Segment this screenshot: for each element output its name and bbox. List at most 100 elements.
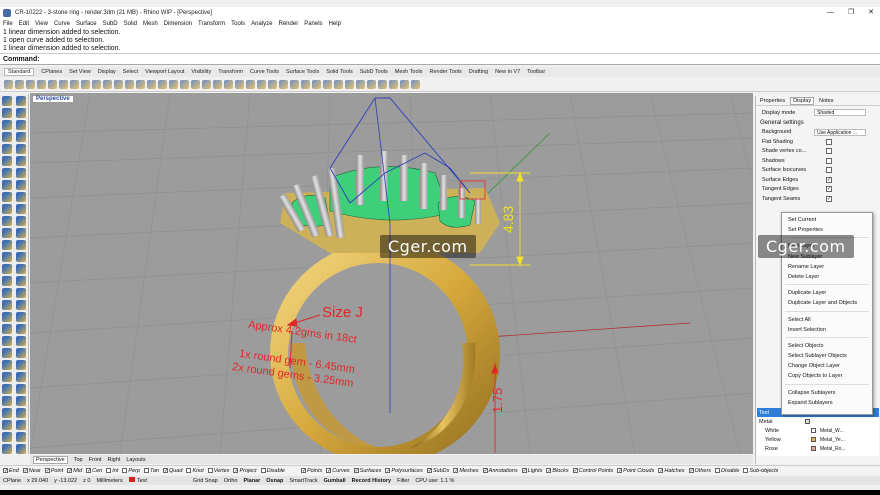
curve-icon[interactable] — [2, 144, 12, 154]
checkbox-icon[interactable]: ✓ — [233, 468, 239, 474]
viewtab-front[interactable]: Front — [89, 457, 102, 463]
layer-material[interactable]: Metal_W... — [820, 428, 844, 434]
trim-icon[interactable] — [2, 252, 12, 262]
tab-surface-tools[interactable]: Surface Tools — [286, 69, 319, 75]
four-view-icon[interactable] — [191, 80, 200, 89]
polyline-icon[interactable] — [16, 108, 26, 118]
perspective-viewport[interactable]: 4.83 1.75 Size J Approx 4.2gms in 18ct 1… — [30, 93, 753, 454]
viewport-title[interactable]: Perspective — [32, 95, 74, 103]
layer-row-metal[interactable]: Metal — [757, 417, 879, 426]
toggle-record-history[interactable]: Record History — [352, 478, 391, 484]
checkbox-icon[interactable]: ✓ — [22, 468, 28, 474]
checkbox-icon[interactable]: ✓ — [453, 468, 459, 474]
tab-display-panel[interactable]: Display — [790, 96, 815, 105]
checkbox-icon[interactable] — [143, 468, 149, 473]
options-icon[interactable] — [400, 80, 409, 89]
patch-icon[interactable] — [2, 372, 12, 382]
menu-rename-layer[interactable]: Rename Layer — [782, 262, 872, 272]
layer-row-yellow[interactable]: Yellow Metal_Ye... — [757, 435, 879, 444]
text-icon[interactable] — [16, 276, 26, 286]
toggle-smarttrack[interactable]: SmartTrack — [289, 478, 317, 484]
undo-icon[interactable] — [92, 80, 101, 89]
filter-others[interactable]: ✓ Others — [688, 468, 711, 474]
toggle-gumball[interactable]: Gumball — [324, 478, 346, 484]
menu-collapse-sublayers[interactable]: Collapse Sublayers — [782, 388, 872, 398]
layer-material[interactable]: Metal_Ye... — [820, 437, 845, 443]
loft-icon[interactable] — [16, 348, 26, 358]
hatch-icon[interactable] — [2, 288, 12, 298]
redo-icon[interactable] — [103, 80, 112, 89]
tab-display[interactable]: Display — [98, 69, 116, 75]
analyze-direction-icon[interactable] — [2, 300, 12, 310]
blend-icon[interactable] — [16, 384, 26, 394]
rectangle-icon[interactable] — [16, 132, 26, 142]
tab-render-tools[interactable]: Render Tools — [429, 69, 461, 75]
render-icon[interactable] — [312, 80, 321, 89]
toggle-osnap[interactable]: Osnap — [266, 478, 283, 484]
maximize-button[interactable]: ❐ — [848, 7, 854, 19]
check-icon[interactable] — [16, 300, 26, 310]
menu-solid[interactable]: Solid — [124, 21, 137, 27]
mesh-icon[interactable] — [2, 180, 12, 190]
rotate-view-icon[interactable] — [125, 80, 134, 89]
tab-visibility[interactable]: Visibility — [191, 69, 211, 75]
toggle-planar[interactable]: Planar — [243, 478, 260, 484]
layer-row-rose[interactable]: Rose Metal_Ro... — [757, 444, 879, 453]
group-icon[interactable] — [2, 264, 12, 274]
osnap-perp[interactable]: Perp — [122, 468, 140, 474]
block-icon[interactable] — [16, 288, 26, 298]
sweep-icon[interactable] — [2, 348, 12, 358]
tab-select[interactable]: Select — [123, 69, 138, 75]
checkbox-icon[interactable]: ✓ — [385, 468, 391, 474]
cage-edit-icon[interactable] — [16, 312, 26, 322]
match-icon[interactable] — [2, 396, 12, 406]
units-label[interactable]: Millimeters — [96, 478, 122, 484]
filter-disable[interactable]: Disable — [715, 468, 739, 474]
tab-drafting[interactable]: Drafting — [469, 69, 488, 75]
osnap-mid[interactable]: ✓ Mid — [67, 468, 82, 474]
zebra-icon[interactable] — [2, 444, 12, 454]
tab-properties[interactable]: Properties — [758, 98, 787, 104]
grid-icon[interactable] — [213, 80, 222, 89]
tab-standard[interactable]: Standard — [4, 68, 35, 76]
menu-set-properties[interactable]: Set Properties — [782, 225, 872, 235]
tab-viewport-layout[interactable]: Viewport Layout — [145, 69, 184, 75]
filter-meshes[interactable]: ✓ Meshes — [453, 468, 479, 474]
viewtab-right[interactable]: Right — [107, 457, 120, 463]
menu-duplicate-layer[interactable]: Duplicate Layer — [782, 288, 872, 298]
fillet-edge-icon[interactable] — [16, 192, 26, 202]
osnap-knot[interactable]: Knot — [186, 468, 204, 474]
menu-set-current[interactable]: Set Current — [782, 215, 872, 225]
menu-invert-selection[interactable]: Invert Selection — [782, 325, 872, 335]
copy-icon[interactable] — [70, 80, 79, 89]
tab-solid-tools[interactable]: Solid Tools — [326, 69, 353, 75]
unlock-icon[interactable] — [268, 80, 277, 89]
layer-material[interactable]: Metal_Ro... — [820, 446, 846, 452]
curvature-icon[interactable] — [16, 444, 26, 454]
filter-control-points[interactable]: ✓ Control Points — [572, 468, 613, 474]
menu-tools[interactable]: Tools — [231, 21, 245, 27]
menu-change-object-layer[interactable]: Change Object Layer — [782, 361, 872, 371]
offset-icon[interactable] — [2, 384, 12, 394]
command-prompt[interactable]: Command: — [0, 54, 880, 65]
general-settings-header[interactable]: General settings — [756, 118, 880, 128]
zoom-extents-icon[interactable] — [158, 80, 167, 89]
rotate-icon[interactable] — [2, 216, 12, 226]
tangent-edges-checkbox[interactable]: ✓ — [826, 186, 832, 193]
osnap-tan[interactable]: Tan — [143, 468, 159, 474]
network-srf-icon[interactable] — [16, 360, 26, 370]
tab-transform[interactable]: Transform — [218, 69, 243, 75]
filter-annotations[interactable]: ✓ Annotations — [482, 468, 518, 474]
osnap-cen[interactable]: ✓ Cen — [86, 468, 102, 474]
viewport-panel[interactable]: 4.83 1.75 Size J Approx 4.2gms in 18ct 1… — [30, 93, 753, 454]
silhouette-icon[interactable] — [2, 432, 12, 442]
undo-view-icon[interactable] — [180, 80, 189, 89]
tab-set-view[interactable]: Set View — [69, 69, 91, 75]
osnap-near[interactable]: ✓ Near — [22, 468, 41, 474]
checkbox-icon[interactable] — [743, 468, 749, 473]
zoom-icon[interactable] — [136, 80, 145, 89]
osnap-int[interactable]: Int — [106, 468, 118, 474]
pan-icon[interactable] — [114, 80, 123, 89]
toggle-ortho[interactable]: Ortho — [224, 478, 238, 484]
checkbox-icon[interactable] — [106, 468, 112, 473]
